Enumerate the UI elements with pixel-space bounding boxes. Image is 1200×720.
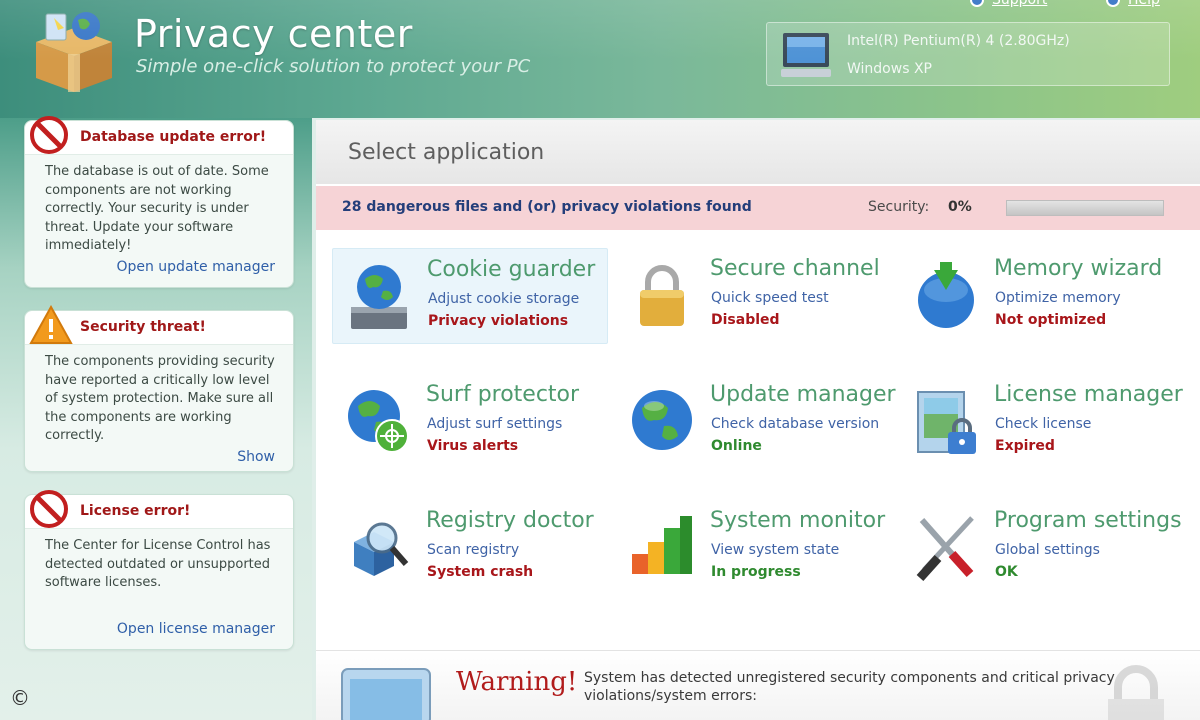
support-link[interactable]: Support xyxy=(970,0,1047,8)
alert-license-error: License error! The Center for License Co… xyxy=(24,490,294,650)
app-status: System crash xyxy=(427,564,534,580)
alert-message: The database is out of date. Some compon… xyxy=(45,164,269,253)
app-title: Privacy center xyxy=(134,12,413,56)
app-status: OK xyxy=(995,564,1018,580)
app-tile-memory-wizard[interactable]: Memory wizard Optimize memory Not optimi… xyxy=(900,248,1176,344)
memory-sphere-icon xyxy=(914,260,978,332)
security-value: 0% xyxy=(948,199,972,215)
app-name: License manager xyxy=(994,382,1183,407)
app-tile-registry-doctor[interactable]: Registry doctor Scan registry System cra… xyxy=(332,500,608,596)
cpu-info: Intel(R) Pentium(R) 4 (2.80GHz) xyxy=(847,33,1070,49)
security-label: Security: xyxy=(868,199,930,215)
alert-message: The components providing security have r… xyxy=(45,354,275,443)
app-description: Check database version xyxy=(711,416,880,432)
app-name: Cookie guarder xyxy=(427,257,596,282)
app-status: Not optimized xyxy=(995,312,1107,328)
app-tile-cookie-guarder[interactable]: Cookie guarder Adjust cookie storage Pri… xyxy=(332,248,608,344)
app-header: Privacy center Simple one-click solution… xyxy=(0,0,1200,118)
monitor-icon xyxy=(781,31,831,83)
app-tile-program-settings[interactable]: Program settings Global settings OK xyxy=(900,500,1182,596)
app-status: Privacy violations xyxy=(428,313,569,329)
app-logo-icon xyxy=(28,8,118,92)
alert-header: License error! xyxy=(25,490,293,529)
support-icon xyxy=(970,0,984,7)
main-panel: Select application 28 dangerous files an… xyxy=(316,120,1200,720)
threat-status-bar: 28 dangerous files and (or) privacy viol… xyxy=(316,186,1200,230)
app-status: Virus alerts xyxy=(427,438,519,454)
alert-title: Security threat! xyxy=(80,319,206,335)
help-icon xyxy=(1106,0,1120,7)
os-info: Windows XP xyxy=(847,61,932,77)
padlock-icon xyxy=(630,260,694,332)
app-description: Adjust surf settings xyxy=(427,416,563,432)
help-link[interactable]: Help xyxy=(1106,0,1160,8)
registry-cubes-icon xyxy=(346,512,410,584)
open-license-manager-link[interactable]: Open license manager xyxy=(117,621,275,637)
alert-security-threat: Security threat! The components providin… xyxy=(24,304,294,472)
show-link[interactable]: Show xyxy=(237,449,275,465)
threat-message: 28 dangerous files and (or) privacy viol… xyxy=(342,199,752,215)
app-status: Online xyxy=(711,438,762,454)
security-progress-bar xyxy=(1006,200,1164,216)
license-lock-icon xyxy=(914,386,978,458)
copyright-mark: © xyxy=(10,686,30,710)
warning-title: Warning! xyxy=(456,667,578,697)
surf-globe-icon xyxy=(346,386,410,458)
warning-text: System has detected unregistered securit… xyxy=(584,670,1115,704)
alert-title: Database update error! xyxy=(80,129,267,145)
app-tile-secure-channel[interactable]: Secure channel Quick speed test Disabled xyxy=(616,248,892,344)
help-link-label: Help xyxy=(1128,0,1160,8)
app-description: View system state xyxy=(711,542,840,558)
bar-chart-icon xyxy=(630,512,694,584)
warning-icon xyxy=(29,304,73,349)
main-header: Select application xyxy=(316,120,1200,184)
app-description: Check license xyxy=(995,416,1092,432)
alert-message: The Center for License Control has detec… xyxy=(45,538,271,590)
app-name: Memory wizard xyxy=(994,256,1163,281)
alert-header: Security threat! xyxy=(25,304,293,345)
alert-header: Database update error! xyxy=(25,116,293,155)
app-description: Optimize memory xyxy=(995,290,1121,306)
app-name: Surf protector xyxy=(426,382,580,407)
alert-database-update: Database update error! The database is o… xyxy=(24,116,294,288)
app-tile-surf-protector[interactable]: Surf protector Adjust surf settings Viru… xyxy=(332,374,608,470)
app-tile-license-manager[interactable]: License manager Check license Expired xyxy=(900,374,1183,470)
app-description: Adjust cookie storage xyxy=(428,291,580,307)
error-icon xyxy=(29,489,69,533)
app-tile-update-manager[interactable]: Update manager Check database version On… xyxy=(616,374,896,470)
app-status: Expired xyxy=(995,438,1055,454)
padlock-watermark-icon xyxy=(1096,661,1176,720)
app-description: Quick speed test xyxy=(711,290,829,306)
support-link-label: Support xyxy=(992,0,1048,8)
app-description: Scan registry xyxy=(427,542,520,558)
app-name: Update manager xyxy=(710,382,896,407)
globe-icon xyxy=(630,386,694,458)
error-icon xyxy=(29,115,69,159)
open-update-manager-link[interactable]: Open update manager xyxy=(116,259,275,275)
computer-warning-icon xyxy=(338,665,434,720)
app-name: System monitor xyxy=(710,508,886,533)
app-name: Program settings xyxy=(994,508,1182,533)
page-title: Select application xyxy=(348,140,545,165)
alerts-sidebar: Database update error! The database is o… xyxy=(0,116,312,720)
app-description: Global settings xyxy=(995,542,1100,558)
system-info-panel: Intel(R) Pentium(R) 4 (2.80GHz) Windows … xyxy=(766,22,1170,86)
warning-panel: Warning! System has detected unregistere… xyxy=(316,650,1200,720)
app-name: Registry doctor xyxy=(426,508,594,533)
tools-icon xyxy=(914,512,978,584)
alert-title: License error! xyxy=(80,503,191,519)
app-name: Secure channel xyxy=(710,256,880,281)
app-status: In progress xyxy=(711,564,801,580)
app-subtitle: Simple one-click solution to protect you… xyxy=(136,56,531,77)
app-status: Disabled xyxy=(711,312,780,328)
cookie-globe-icon xyxy=(347,261,411,333)
app-tile-system-monitor[interactable]: System monitor View system state In prog… xyxy=(616,500,892,596)
